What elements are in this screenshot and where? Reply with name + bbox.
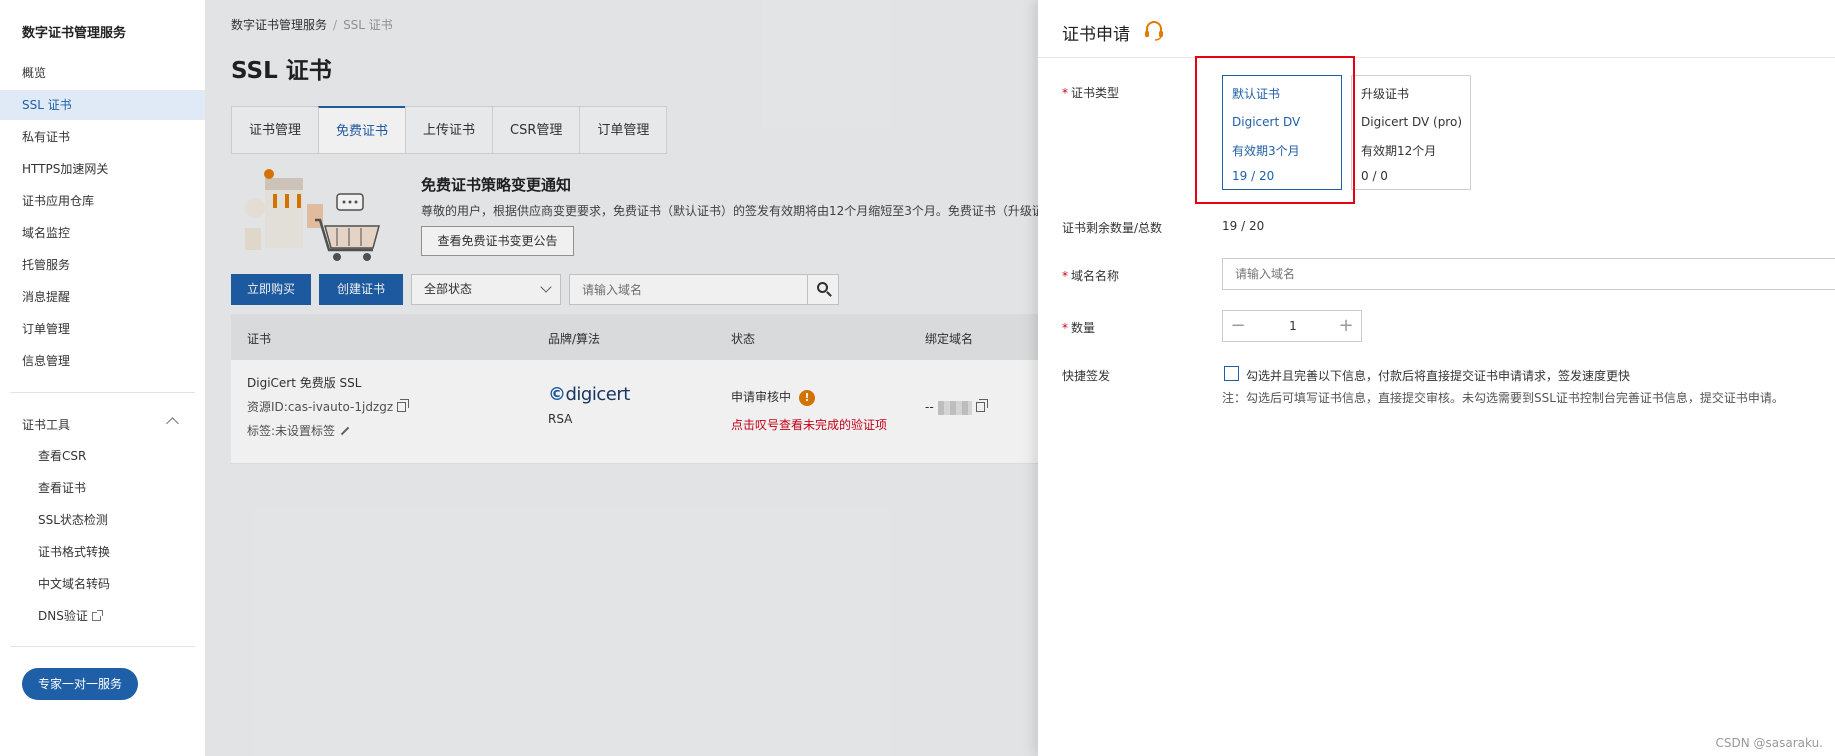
headset-icon[interactable] [1143,19,1165,41]
sidebar-tool-view-cert[interactable]: 查看证书 [0,474,205,502]
watermark: CSDN @sasaraku. [1715,736,1823,750]
sidebar-item-https-gateway[interactable]: HTTPS加速网关 [0,154,205,184]
sidebar-tool-dns-verify[interactable]: DNS验证 [0,602,205,630]
modal-overlay[interactable] [206,0,1038,756]
sidebar: 数字证书管理服务 概览 SSL 证书 私有证书 HTTPS加速网关 证书应用仓库… [0,0,206,756]
domain-name-input[interactable] [1223,259,1835,289]
cert-card-upgrade[interactable]: 升级证书 Digicert DV (pro) 有效期12个月 0 / 0 [1351,75,1471,190]
sidebar-tool-view-csr[interactable]: 查看CSR [0,442,205,470]
domain-name-field [1222,258,1835,290]
quick-issue-note: 注：勾选后可填写证书信息，直接提交审核。未勾选需要到SSL证书控制台完善证书信息… [1222,391,1784,405]
required-mark: * [1062,269,1068,283]
sidebar-item-messages[interactable]: 消息提醒 [0,282,205,312]
domain-name-label-text: 域名名称 [1071,269,1120,283]
sidebar-tool-idn-convert[interactable]: 中文域名转码 [0,570,205,598]
cert-card-brand: Digicert DV (pro) [1361,115,1463,129]
sidebar-item-cert-repo[interactable]: 证书应用仓库 [0,186,205,216]
sidebar-item-ssl-cert[interactable]: SSL 证书 [0,90,205,120]
cert-card-quota: 0 / 0 [1361,169,1388,183]
cert-type-label: * 证书类型 [1062,84,1119,101]
sidebar-item-overview[interactable]: 概览 [0,58,205,88]
quick-issue-label: 快捷签发 [1062,369,1111,383]
domain-name-label: * 域名名称 [1062,267,1119,284]
required-mark: * [1062,321,1068,335]
sidebar-divider [10,392,195,393]
sidebar-item-hosting[interactable]: 托管服务 [0,250,205,280]
sidebar-divider [10,646,195,647]
increment-button[interactable]: + [1331,311,1361,341]
sidebar-item-domain-monitor[interactable]: 域名监控 [0,218,205,248]
required-mark: * [1062,86,1068,100]
quantity-label: * 数量 [1062,319,1095,336]
expert-service-button[interactable]: 专家一对一服务 [22,668,138,700]
external-link-icon [91,610,103,621]
sidebar-tool-format-convert[interactable]: 证书格式转换 [0,538,205,566]
cert-card-type: 升级证书 [1361,87,1410,101]
sidebar-tool-dns-verify-label: DNS验证 [38,609,88,623]
sidebar-item-orders[interactable]: 订单管理 [0,314,205,344]
chevron-up-icon[interactable] [166,417,179,430]
sidebar-item-private-cert[interactable]: 私有证书 [0,122,205,152]
quick-issue-text: 勾选并且完善以下信息，付款后将直接提交证书申请请求，签发速度更快 [1246,369,1631,383]
decrement-button[interactable]: − [1223,311,1253,341]
cert-card-validity: 有效期12个月 [1361,144,1437,158]
remaining-value: 19 / 20 [1222,219,1265,233]
remaining-label: 证书剩余数量/总数 [1062,221,1163,235]
cert-apply-drawer: 证书申请 * 证书类型 默认证书 Digicert DV 有效期3个月 19 / … [1038,0,1835,756]
sidebar-tool-ssl-check[interactable]: SSL状态检测 [0,506,205,534]
quantity-label-text: 数量 [1071,321,1096,335]
quantity-stepper: − 1 + [1222,310,1362,342]
quick-issue-checkbox[interactable] [1224,366,1239,381]
annotation-highlight-box [1195,56,1355,204]
cert-type-label-text: 证书类型 [1071,86,1120,100]
quantity-value[interactable]: 1 [1253,311,1333,341]
sidebar-section-tools[interactable]: 证书工具 [22,416,70,433]
sidebar-item-info[interactable]: 信息管理 [0,346,205,376]
app-title: 数字证书管理服务 [22,26,127,41]
drawer-divider [1038,57,1835,58]
drawer-title: 证书申请 [1062,25,1130,45]
